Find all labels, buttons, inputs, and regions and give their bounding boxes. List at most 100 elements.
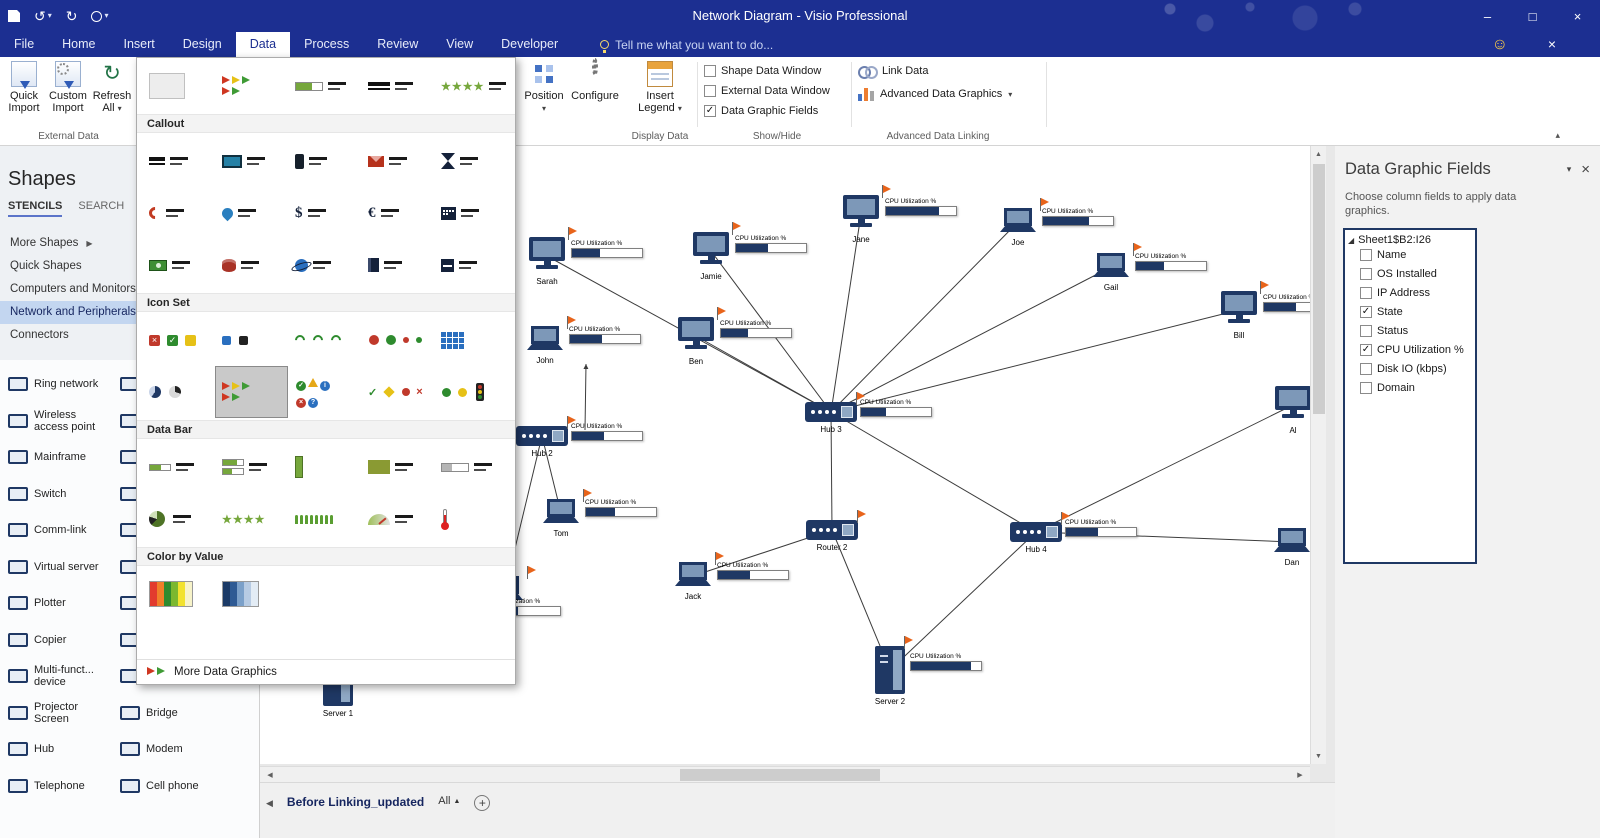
gallery-item-is-alerts[interactable]: ✓i×? bbox=[288, 366, 361, 418]
shape-bridge[interactable]: Bridge bbox=[112, 695, 260, 732]
scroll-left-icon[interactable]: ◀ bbox=[262, 767, 278, 783]
more-data-graphics-button[interactable]: More Data Graphics bbox=[137, 659, 515, 684]
field-disk-io-kbps[interactable]: Disk IO (kbps) bbox=[1360, 363, 1472, 375]
horizontal-scroll-thumb[interactable] bbox=[680, 769, 880, 781]
checkbox-external-data-window[interactable]: External Data Window bbox=[704, 85, 830, 97]
shape-mainframe[interactable]: Mainframe bbox=[0, 439, 112, 476]
configure-button[interactable]: Configure bbox=[570, 57, 620, 123]
gallery-item-is-traffic[interactable] bbox=[434, 366, 507, 418]
tell-me-box[interactable]: Tell me what you want to do... bbox=[600, 32, 773, 57]
advanced-data-graphics-button[interactable]: Advanced Data Graphics ▾ bbox=[858, 87, 1012, 101]
shape-projector-screen[interactable]: Projector Screen bbox=[0, 695, 112, 732]
connector-joe-hub3[interactable] bbox=[831, 222, 1018, 412]
gallery-item-db-vert[interactable] bbox=[288, 441, 361, 493]
horizontal-scrollbar[interactable]: ◀ ▶ bbox=[260, 766, 1310, 782]
shape-ring-network[interactable]: Ring network bbox=[0, 366, 112, 403]
gallery-item-c-text[interactable] bbox=[142, 135, 215, 187]
stencils-tab[interactable]: STENCILS bbox=[8, 200, 62, 217]
connector-bill-hub3[interactable] bbox=[831, 310, 1239, 412]
sheet-tree-node[interactable]: ◢ Sheet1$B2:I26 bbox=[1348, 234, 1472, 246]
gallery-item-c-db[interactable] bbox=[215, 239, 288, 291]
gallery-item-db-block[interactable] bbox=[361, 441, 434, 493]
quick-import-button[interactable]: Quick Import bbox=[2, 57, 46, 123]
field-domain[interactable]: Domain bbox=[1360, 382, 1472, 394]
shape-copier[interactable]: Copier bbox=[0, 622, 112, 659]
connector-hub4-al[interactable] bbox=[1036, 405, 1293, 532]
document-close-button[interactable]: × bbox=[1548, 34, 1556, 55]
tab-design[interactable]: Design bbox=[169, 32, 236, 57]
gallery-item-db-pie[interactable] bbox=[142, 493, 215, 545]
gallery-item-t-bars[interactable] bbox=[361, 60, 434, 112]
tree-expander-icon[interactable]: ◢ bbox=[1348, 236, 1354, 245]
tab-view[interactable]: View bbox=[432, 32, 487, 57]
tab-insert[interactable]: Insert bbox=[110, 32, 169, 57]
field-name[interactable]: Name bbox=[1360, 249, 1472, 261]
pages-dropdown[interactable]: All▲ bbox=[438, 795, 460, 807]
shape-hub[interactable]: Hub bbox=[0, 731, 112, 768]
field-os-installed[interactable]: OS Installed bbox=[1360, 268, 1472, 280]
gallery-item-c-usd[interactable]: $ bbox=[288, 187, 361, 239]
feedback-smiley-icon[interactable]: ☺ bbox=[1492, 34, 1508, 55]
connector-hub2-john[interactable] bbox=[585, 364, 586, 430]
gallery-item-cv-blue[interactable] bbox=[215, 568, 288, 620]
pane-close-button[interactable]: × bbox=[1581, 161, 1590, 178]
gallery-item-db-double[interactable] bbox=[215, 441, 288, 493]
gallery-item-t-none[interactable] bbox=[142, 60, 215, 112]
gallery-item-c-box[interactable] bbox=[215, 135, 288, 187]
vertical-scroll-thumb[interactable] bbox=[1313, 164, 1325, 414]
field-state[interactable]: ✓State bbox=[1360, 306, 1472, 318]
gallery-item-c-pin[interactable] bbox=[215, 187, 288, 239]
shape-telephone[interactable]: Telephone bbox=[0, 768, 112, 805]
gallery-item-is-marks[interactable]: ×✓ bbox=[142, 314, 215, 366]
vertical-scrollbar[interactable]: ▲ ▼ bbox=[1310, 146, 1326, 764]
gallery-item-is-shapes[interactable]: ✓× bbox=[361, 366, 434, 418]
shape-wireless-access-point[interactable]: Wireless access point bbox=[0, 403, 112, 440]
checkbox-shape-data-window[interactable]: Shape Data Window bbox=[704, 65, 830, 77]
scroll-up-icon[interactable]: ▲ bbox=[1311, 146, 1326, 162]
gallery-item-is-flags[interactable] bbox=[215, 366, 288, 418]
position-button[interactable]: Position▾ bbox=[522, 57, 566, 123]
custom-import-button[interactable]: Custom Import bbox=[46, 57, 90, 123]
gallery-item-db-gauge[interactable] bbox=[361, 493, 434, 545]
gallery-item-c-journal[interactable] bbox=[361, 239, 434, 291]
scroll-down-icon[interactable]: ▼ bbox=[1311, 748, 1326, 764]
pane-menu-caret-icon[interactable]: ▾ bbox=[1567, 164, 1572, 175]
gallery-item-c-handset[interactable] bbox=[142, 187, 215, 239]
gallery-item-is-thumbs[interactable] bbox=[215, 314, 288, 366]
gallery-item-c-phone[interactable] bbox=[288, 135, 361, 187]
tab-process[interactable]: Process bbox=[290, 32, 363, 57]
gallery-item-t-flags[interactable] bbox=[215, 60, 288, 112]
restore-button[interactable]: □ bbox=[1510, 0, 1555, 32]
gallery-item-c-cash[interactable] bbox=[142, 239, 215, 291]
gallery-item-is-toggle[interactable] bbox=[361, 314, 434, 366]
gallery-item-is-wifi[interactable] bbox=[288, 314, 361, 366]
gallery-item-t-stars[interactable]: ★★★★ bbox=[434, 60, 507, 112]
page-tab[interactable]: Before Linking_updated bbox=[287, 795, 424, 809]
add-page-button[interactable]: + bbox=[474, 795, 490, 811]
gallery-item-db-outline[interactable] bbox=[434, 441, 507, 493]
gallery-item-is-bluegrid[interactable] bbox=[434, 314, 507, 366]
tab-file[interactable]: File bbox=[0, 32, 48, 57]
minimize-button[interactable]: – bbox=[1465, 0, 1510, 32]
gallery-item-db-mini[interactable] bbox=[142, 441, 215, 493]
field-ip-address[interactable]: IP Address bbox=[1360, 287, 1472, 299]
shape-multi-funct-device[interactable]: Multi-funct... device bbox=[0, 658, 112, 695]
gallery-item-db-stars[interactable]: ★★★★ bbox=[215, 493, 288, 545]
insert-legend-button[interactable]: Insert Legend ▾ bbox=[634, 57, 686, 123]
tab-review[interactable]: Review bbox=[363, 32, 432, 57]
gallery-item-c-chip[interactable] bbox=[434, 239, 507, 291]
page-nav-left-icon[interactable]: ◀ bbox=[266, 798, 273, 809]
checkbox-data-graphic-fields[interactable]: ✓Data Graphic Fields bbox=[704, 105, 830, 117]
shape-plotter[interactable]: Plotter bbox=[0, 585, 112, 622]
gallery-item-c-hour[interactable] bbox=[434, 135, 507, 187]
gallery-item-c-planet[interactable] bbox=[288, 239, 361, 291]
link-data-button[interactable]: Link Data bbox=[858, 65, 1012, 77]
gallery-item-db-thermo[interactable] bbox=[434, 493, 507, 545]
gallery-item-c-eur[interactable]: € bbox=[361, 187, 434, 239]
tab-developer[interactable]: Developer bbox=[487, 32, 572, 57]
tab-data[interactable]: Data bbox=[236, 32, 290, 57]
field-cpu-utilization[interactable]: ✓CPU Utilization % bbox=[1360, 344, 1472, 356]
refresh-all-button[interactable]: ↻ Refresh All ▾ bbox=[90, 57, 134, 123]
field-status[interactable]: Status bbox=[1360, 325, 1472, 337]
gallery-item-t-pbar[interactable] bbox=[288, 60, 361, 112]
